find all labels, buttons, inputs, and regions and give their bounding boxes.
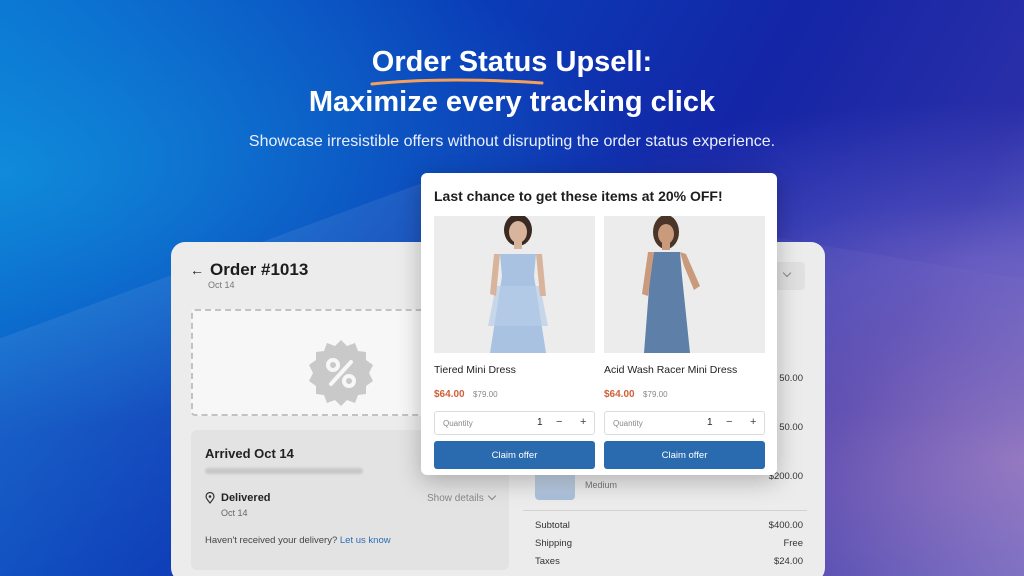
product-card: Tiered Mini Dress $64.00 $79.00 Quantity…	[434, 216, 595, 469]
shipping-label: Shipping	[535, 538, 572, 549]
compare-price: $79.00	[473, 390, 498, 399]
chevron-down-icon	[782, 268, 792, 278]
order-date: Oct 14	[208, 280, 235, 290]
claim-offer-button[interactable]: Claim offer	[604, 441, 765, 469]
order-header: ← Order #1013	[190, 260, 308, 280]
quantity-stepper: Quantity 1 − +	[604, 411, 765, 435]
line-item-price: 50.00	[779, 373, 803, 384]
product-name: Acid Wash Racer Mini Dress	[604, 364, 738, 376]
compare-price: $79.00	[643, 390, 668, 399]
plus-icon[interactable]: +	[580, 416, 586, 428]
sale-price: $64.00	[434, 389, 465, 400]
minus-icon[interactable]: −	[726, 416, 732, 428]
quantity-label: Quantity	[443, 419, 473, 428]
chevron-down-icon	[487, 491, 496, 501]
upsell-popup: Last chance to get these items at 20% OF…	[421, 173, 777, 475]
location-pin-icon	[205, 492, 215, 504]
hero-title-underlined-text: Order Status	[371, 46, 548, 78]
arrow-left-icon[interactable]: ←	[190, 262, 204, 278]
hero-title-rest: Upsell:	[547, 46, 653, 78]
not-received-label: Haven't received your delivery?	[205, 535, 338, 546]
subtotal-label: Subtotal	[535, 520, 570, 531]
claim-offer-button[interactable]: Claim offer	[434, 441, 595, 469]
subtotal-value: $400.00	[768, 520, 803, 531]
show-details-label: Show details	[427, 493, 484, 504]
delivery-status: Delivered	[221, 492, 271, 504]
minus-icon[interactable]: −	[556, 416, 562, 428]
dress-photo-icon	[434, 216, 595, 353]
product-card: Acid Wash Racer Mini Dress $64.00 $79.00…	[604, 216, 765, 469]
offer-placeholder	[191, 309, 427, 416]
quantity-value[interactable]: 1	[707, 417, 713, 428]
quantity-label: Quantity	[613, 419, 643, 428]
taxes-label: Taxes	[535, 556, 560, 567]
shipping-value: Free	[783, 538, 803, 549]
sale-price: $64.00	[604, 389, 635, 400]
quantity-value[interactable]: 1	[537, 417, 543, 428]
let-us-know-link[interactable]: Let us know	[340, 535, 391, 546]
order-title: Order #1013	[210, 260, 309, 279]
price-row: $64.00 $79.00	[434, 384, 595, 402]
plus-icon[interactable]: +	[750, 416, 756, 428]
line-item-price: 50.00	[779, 422, 803, 433]
product-image[interactable]	[604, 216, 765, 353]
line-item-variant: Medium	[585, 480, 618, 490]
quantity-stepper: Quantity 1 − +	[434, 411, 595, 435]
carrier-info-blurred	[205, 468, 363, 474]
popup-title: Last chance to get these items at 20% OF…	[434, 188, 723, 204]
price-row: $64.00 $79.00	[604, 384, 765, 402]
delivery-heading: Arrived Oct 14	[205, 446, 294, 461]
dress-photo-icon	[604, 216, 765, 353]
hero-headline: Order Status Upsell: Maximize every trac…	[0, 42, 1024, 122]
hero-title-highlight: Order Status	[370, 42, 548, 86]
hero-title-line2: Maximize every tracking click	[308, 86, 716, 118]
show-details-button[interactable]: Show details	[427, 491, 496, 504]
subtotal-row: Subtotal $400.00	[535, 520, 803, 531]
taxes-row: Taxes $24.00	[535, 556, 803, 567]
divider	[523, 510, 807, 511]
discount-badge-icon	[309, 340, 373, 406]
product-name: Tiered Mini Dress	[434, 364, 516, 376]
product-image[interactable]	[434, 216, 595, 353]
not-received-text: Haven't received your delivery? Let us k…	[205, 535, 391, 546]
hero-subtitle: Showcase irresistible offers without dis…	[248, 133, 776, 150]
delivery-status-date: Oct 14	[221, 508, 248, 518]
shipping-row: Shipping Free	[535, 538, 803, 549]
hand-drawn-underline	[370, 78, 544, 86]
taxes-value: $24.00	[773, 556, 803, 567]
